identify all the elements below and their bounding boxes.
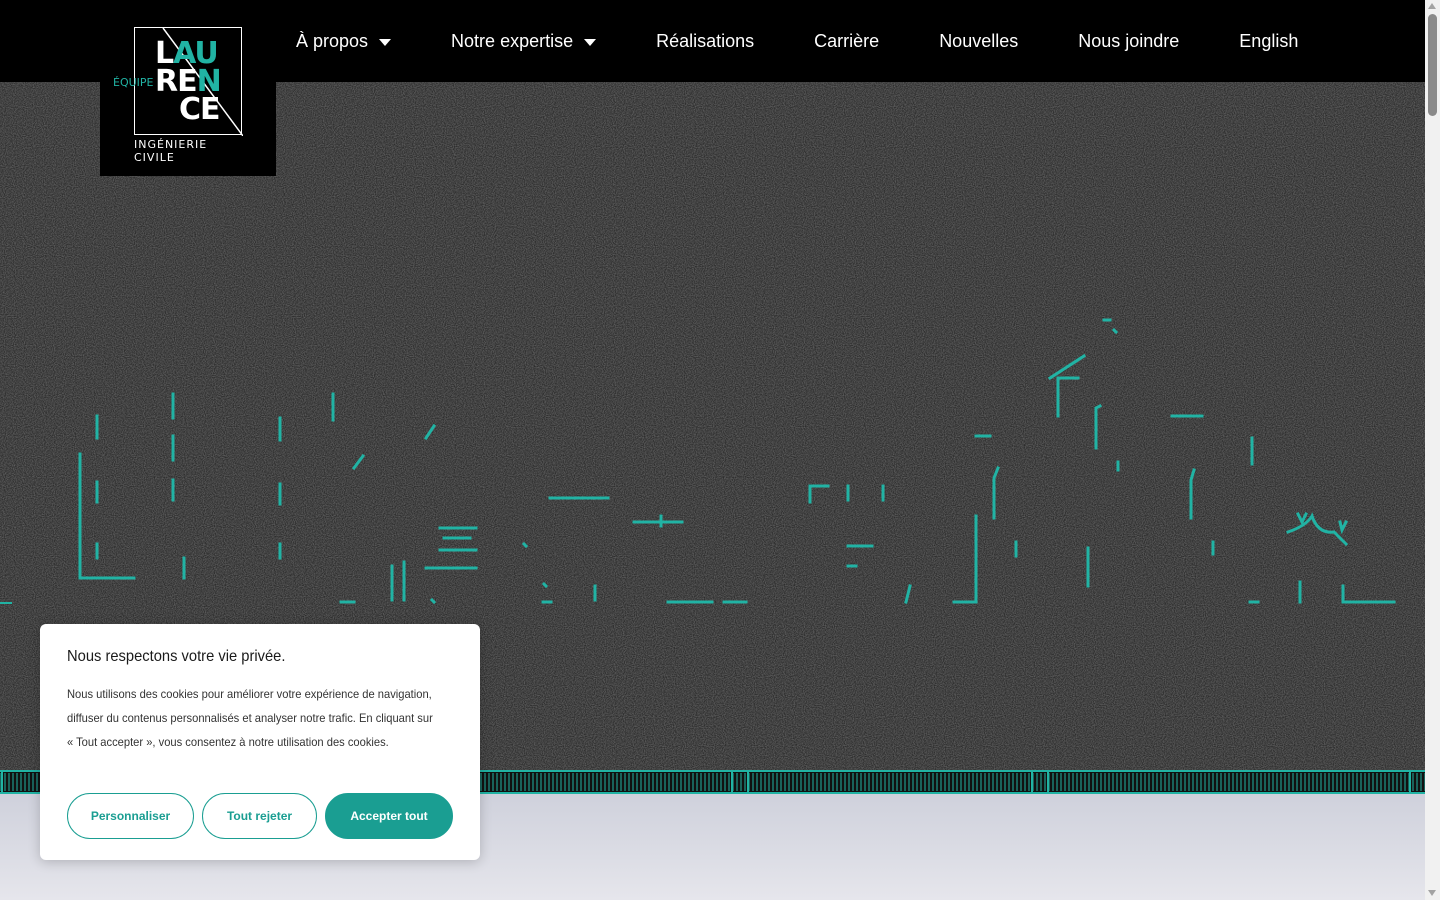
nav-item-label: Réalisations (656, 30, 755, 51)
logo-word-line3: CE (179, 92, 221, 127)
logo-equipe: ÉQUIPE (113, 76, 154, 89)
cookie-text: Nous utilisons des cookies pour améliore… (67, 687, 433, 749)
accept-all-button[interactable]: Accepter tout (325, 793, 453, 839)
nav-item-notre-expertise[interactable]: Notre expertise (451, 30, 597, 52)
scroll-up-arrow-icon[interactable] (1428, 3, 1436, 9)
cookie-consent-banner: Nous respectons votre vie privée. Nous u… (40, 624, 480, 860)
logo-frame: LAU REN CE ÉQUIPE (113, 27, 243, 136)
nav-item-label: Nouvelles (939, 30, 1019, 51)
nav-item-english[interactable]: English (1239, 31, 1298, 52)
main-nav: À propos Notre expertise Réalisations Ca… (296, 0, 1298, 82)
nav-item-carriere[interactable]: Carrière (814, 31, 879, 52)
caret-down-icon (379, 38, 392, 46)
cookie-title: Nous respectons votre vie privée. (67, 648, 286, 665)
nav-item-realisations[interactable]: Réalisations (656, 31, 754, 52)
logo-subtitle: INGÉNIERIE CIVILE (134, 138, 208, 164)
nav-item-a-propos[interactable]: À propos (296, 30, 392, 52)
scroll-thumb[interactable] (1428, 14, 1437, 116)
scroll-down-arrow-icon[interactable] (1428, 890, 1436, 896)
nav-item-label: English (1239, 30, 1299, 51)
nav-item-label: Carrière (814, 30, 880, 51)
page-scrollbar[interactable] (1425, 0, 1440, 900)
site-logo[interactable]: LAU REN CE ÉQUIPE INGÉNIERIE CIVILE (100, 0, 276, 176)
nav-item-label: Notre expertise (451, 30, 574, 51)
customize-button[interactable]: Personnaliser (67, 793, 194, 839)
nav-item-nouvelles[interactable]: Nouvelles (939, 31, 1018, 52)
caret-down-icon (584, 38, 597, 46)
nav-item-label: À propos (296, 30, 369, 51)
nav-item-nous-joindre[interactable]: Nous joindre (1078, 31, 1179, 52)
reject-all-button[interactable]: Tout rejeter (202, 793, 317, 839)
nav-item-label: Nous joindre (1078, 30, 1180, 51)
